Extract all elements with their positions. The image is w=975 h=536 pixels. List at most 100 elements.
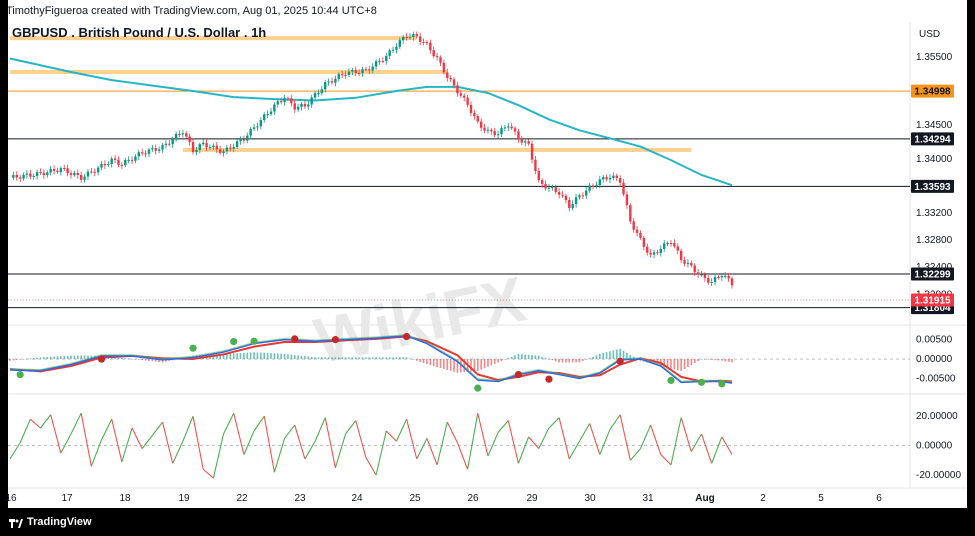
macd-histogram-bar [385, 357, 388, 360]
macd-histogram-bar [683, 359, 686, 369]
candle-body [283, 98, 286, 102]
macd-histogram-bar [602, 353, 604, 360]
candle-body [490, 129, 493, 132]
candle-body [618, 178, 622, 183]
macd-histogram-bar [612, 350, 615, 360]
candle-body [710, 281, 713, 283]
macd-histogram-bar [487, 359, 489, 367]
candle-body [520, 139, 524, 143]
candle-body [666, 243, 669, 245]
candle-body [354, 69, 357, 74]
macd-histogram-bar [524, 354, 527, 360]
candle-body [635, 229, 639, 233]
rsi-segment [182, 416, 194, 442]
macd-histogram-bar [73, 355, 76, 360]
candle-body [693, 265, 696, 273]
candle-body [459, 93, 463, 96]
candle-body [296, 106, 300, 110]
candle-body [144, 153, 147, 155]
candle-body [120, 164, 124, 166]
rsi-segment [345, 420, 357, 435]
macd-histogram-bar [514, 355, 516, 360]
rsi-segment [101, 418, 113, 441]
macd-histogram-bar [243, 352, 245, 360]
candle-body [130, 159, 134, 161]
candle-body [229, 147, 232, 149]
candle-body [256, 126, 259, 128]
macd-cross-marker [16, 370, 24, 379]
candle-body [202, 142, 205, 145]
rsi-segment [223, 413, 235, 435]
candle-body [364, 69, 368, 71]
candle-body [134, 156, 137, 161]
rsi-segment [243, 430, 255, 455]
macd-histogram-bar [280, 353, 282, 360]
candle-body [198, 144, 202, 150]
macd-histogram-bar [266, 352, 269, 360]
rsi-segment [121, 427, 133, 463]
candle-body [39, 172, 42, 174]
macd-histogram-bar [405, 357, 408, 360]
candle-body [161, 145, 164, 150]
candle-body [313, 93, 317, 98]
macd-histogram-bar [307, 356, 310, 360]
macd-cross-marker [250, 337, 258, 345]
macd-histogram-bar [32, 358, 35, 360]
macd-histogram-bar [568, 359, 571, 363]
x-tick-label: 2 [760, 493, 766, 504]
rsi-segment [253, 415, 265, 432]
x-tick-label: 30 [584, 493, 596, 504]
candle-body [588, 185, 591, 191]
candle-body [429, 42, 432, 51]
macd-histogram-bar [392, 357, 394, 360]
candle-body [188, 136, 191, 143]
macd-cross-marker [402, 332, 411, 341]
candle-body [374, 61, 378, 67]
candle-body [408, 36, 412, 38]
macd-histogram-bar [229, 353, 232, 360]
macd-histogram-bar [412, 359, 415, 360]
rsi-segment [284, 424, 296, 439]
candle-body [557, 191, 561, 195]
rsi-segment [19, 418, 31, 443]
macd-histogram-bar [497, 359, 499, 363]
macd-histogram-bar [565, 359, 567, 363]
candle-body [456, 85, 459, 94]
macd-histogram-bar [588, 358, 591, 360]
candle-body [442, 62, 446, 73]
macd-histogram-bar [236, 353, 238, 360]
macd-histogram-bar [534, 355, 537, 360]
rsi-segment [436, 421, 448, 465]
rsi-tick-label: -20.00000 [916, 470, 961, 481]
macd-histogram-bar [131, 359, 133, 360]
rsi-segment [233, 413, 245, 455]
macd-histogram-bar [70, 355, 72, 360]
x-tick-label: 23 [294, 493, 306, 504]
candle-body [673, 243, 676, 247]
candle-body [405, 37, 408, 39]
candle-body [544, 183, 547, 189]
rsi-segment [599, 429, 611, 455]
macd-histogram-bar [121, 357, 123, 360]
macd-histogram-bar [422, 359, 425, 364]
chart-canvas[interactable]: WikiFX 1.355001.350001.345001.340001.336… [0, 0, 975, 536]
macd-histogram-bar [619, 348, 621, 360]
macd-histogram-bar [371, 357, 374, 360]
candle-body [168, 143, 171, 145]
candle-body [547, 187, 551, 189]
candle-body [113, 158, 117, 160]
rsi-segment [487, 432, 499, 457]
candle-body [32, 176, 35, 178]
macd-histogram-bar [273, 353, 276, 360]
macd-cross-marker [97, 355, 106, 363]
macd-histogram-bar [697, 359, 699, 362]
macd-histogram-bar [537, 355, 540, 360]
macd-histogram-bar [80, 355, 82, 360]
rsi-segment [497, 420, 509, 433]
macd-histogram-bar [527, 354, 530, 360]
candle-body [361, 69, 364, 74]
candle-body [574, 197, 578, 205]
macd-histogram-bar [680, 359, 682, 371]
candle-body [656, 252, 659, 254]
candle-body [232, 147, 235, 149]
